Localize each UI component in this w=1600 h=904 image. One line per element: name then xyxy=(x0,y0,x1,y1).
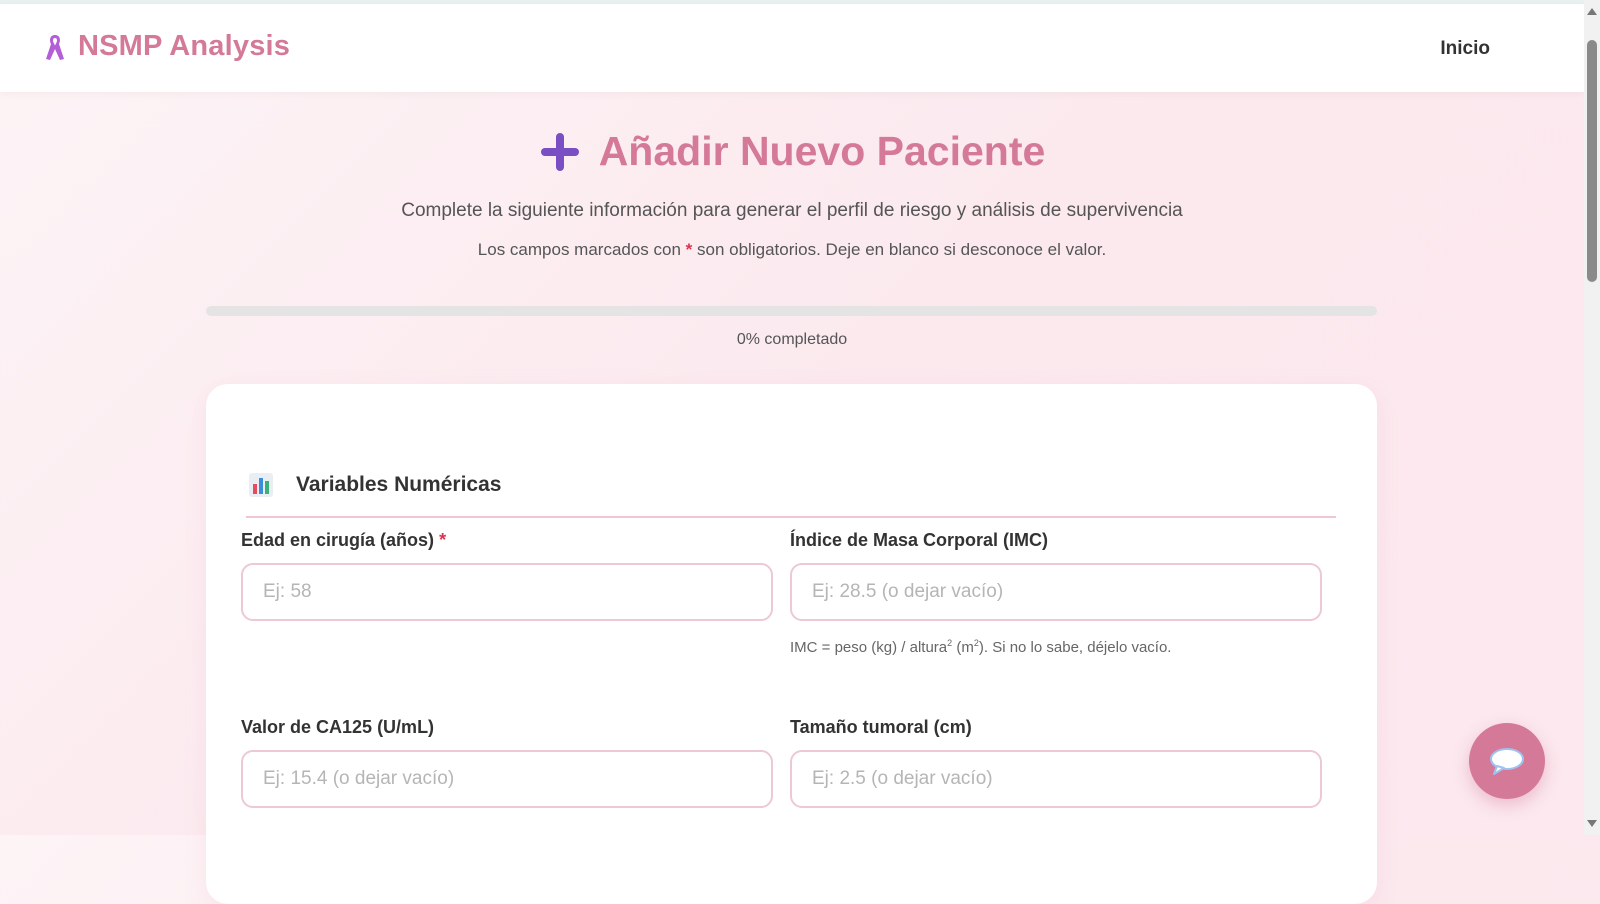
bmi-help-text: IMC = peso (kg) / altura2 (m2). Si no lo… xyxy=(790,638,1171,656)
tumor-size-input[interactable] xyxy=(790,750,1322,808)
ca125-label: Valor de CA125 (U/mL) xyxy=(241,717,435,737)
required-note: Los campos marcados con * son obligatori… xyxy=(0,240,1584,260)
chat-bubble-icon xyxy=(1490,748,1524,775)
scroll-down-arrow-icon[interactable] xyxy=(1587,820,1597,827)
progress-label: 0% completado xyxy=(736,331,848,348)
page-subtitle: Complete la siguiente información para g… xyxy=(401,200,1183,221)
brand-name: NSMP Analysis xyxy=(78,30,291,62)
bmi-field-group: Índice de Masa Corporal (IMC) IMC = peso… xyxy=(790,530,1322,656)
page-title-text: Añadir Nuevo Paciente xyxy=(598,128,1046,174)
ca125-field-group: Valor de CA125 (U/mL) xyxy=(241,717,773,808)
bmi-help-part-c: ). Si no lo sabe, déjelo vacío. xyxy=(978,639,1172,656)
ca125-input[interactable] xyxy=(241,750,773,808)
patient-form-card: Variables Numéricas Edad en cirugía (año… xyxy=(206,384,1377,904)
ribbon-icon xyxy=(46,34,64,60)
age-input[interactable] xyxy=(241,563,773,621)
section-title: Variables Numéricas xyxy=(296,473,502,496)
page-header: Añadir Nuevo Paciente xyxy=(0,128,1584,178)
required-note-before: Los campos marcados con xyxy=(477,240,686,259)
scroll-up-arrow-icon[interactable] xyxy=(1587,8,1597,15)
tumor-size-label: Tamaño tumoral (cm) xyxy=(790,717,972,737)
bmi-help-part-a: IMC = peso (kg) / altura xyxy=(790,639,948,656)
bmi-input[interactable] xyxy=(790,563,1322,621)
required-note-after: son obligatorios. Deje en blanco si desc… xyxy=(692,240,1107,259)
progress-bar xyxy=(206,306,1377,316)
plus-icon xyxy=(540,132,579,171)
tumor-size-field-group: Tamaño tumoral (cm) xyxy=(790,717,1322,808)
navbar: NSMP Analysis Inicio xyxy=(0,4,1584,92)
age-label: Edad en cirugía (años) * xyxy=(241,530,773,551)
page-scrollbar[interactable] xyxy=(1584,0,1600,835)
scrollbar-thumb[interactable] xyxy=(1587,40,1597,282)
bmi-label: Índice de Masa Corporal (IMC) xyxy=(790,530,1049,550)
brand[interactable]: NSMP Analysis xyxy=(44,30,290,63)
page-title: Añadir Nuevo Paciente xyxy=(539,128,1046,175)
bmi-help-part-b: (m xyxy=(952,639,974,656)
section-header: Variables Numéricas xyxy=(248,472,501,498)
nav-link-inicio[interactable]: Inicio xyxy=(1440,38,1490,60)
age-label-text: Edad en cirugía (años) xyxy=(241,530,435,550)
bar-chart-icon xyxy=(249,473,273,497)
chat-button[interactable] xyxy=(1469,723,1545,799)
age-field-group: Edad en cirugía (años) * xyxy=(241,530,773,621)
age-required-mark: * xyxy=(439,530,447,550)
section-divider xyxy=(246,516,1336,518)
